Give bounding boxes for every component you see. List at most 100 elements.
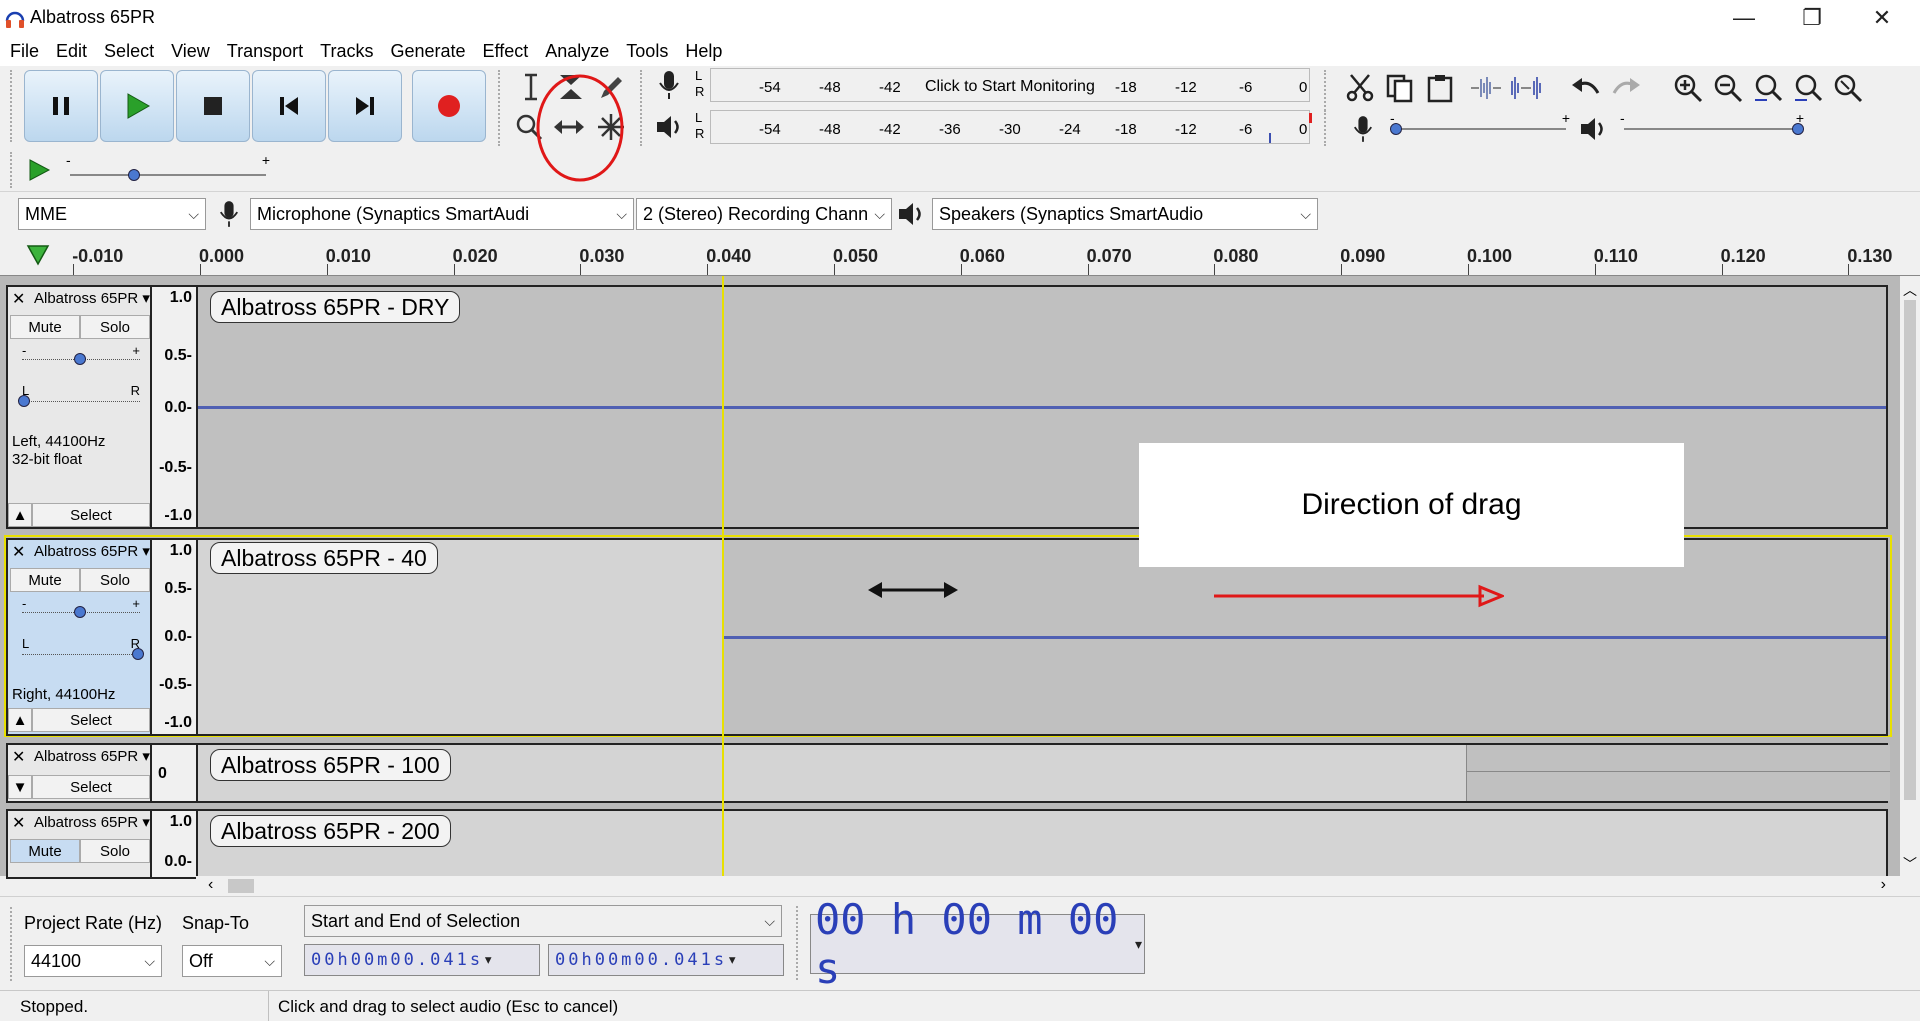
waveform-clip[interactable] <box>722 538 1888 736</box>
restore-button[interactable]: ❐ <box>1780 0 1844 36</box>
menu-help[interactable]: Help <box>685 41 722 62</box>
vertical-scrollbar[interactable]: ︿ ﹀ <box>1900 276 1920 876</box>
record-meter-mic-icon[interactable] <box>652 68 686 102</box>
clip-name-label[interactable]: Albatross 65PR - 100 <box>210 749 451 781</box>
menu-generate[interactable]: Generate <box>390 41 465 62</box>
track-menu-button[interactable]: Albatross 65PR ▾ <box>34 289 152 309</box>
zoom-toggle-icon[interactable] <box>1830 70 1866 106</box>
menu-effect[interactable]: Effect <box>483 41 529 62</box>
select-track-button[interactable]: Select <box>32 503 150 527</box>
toolbar-grip[interactable] <box>10 907 15 981</box>
gain-slider[interactable]: - + <box>22 596 140 624</box>
track-menu-button[interactable]: Albatross 65PR ▾ <box>34 747 152 767</box>
scroll-thumb[interactable] <box>1904 300 1916 800</box>
select-track-button[interactable]: Select <box>32 708 150 732</box>
toolbar-grip[interactable] <box>498 70 503 146</box>
menu-tracks[interactable]: Tracks <box>320 41 373 62</box>
audio-position-display[interactable]: 00 h 00 m 00 s ▾ <box>810 895 1145 993</box>
scroll-thumb[interactable] <box>228 879 254 893</box>
paste-icon[interactable] <box>1422 70 1458 106</box>
slider-thumb[interactable] <box>132 648 144 660</box>
mute-button[interactable]: Mute <box>10 839 80 863</box>
audio-host-select[interactable]: MME ⌵ <box>18 198 206 230</box>
recording-volume-slider[interactable]: - + <box>1390 110 1570 140</box>
menu-select[interactable]: Select <box>104 41 154 62</box>
selection-start-time[interactable]: 00h00m00.041s ▾ <box>304 944 540 976</box>
menu-analyze[interactable]: Analyze <box>545 41 609 62</box>
recording-device-select[interactable]: Microphone (Synaptics SmartAudi ⌵ <box>250 198 634 230</box>
playback-meter[interactable]: -54 -48 -42 -36 -30 -24 -18 -12 -6 0 <box>710 110 1312 144</box>
horizontal-scrollbar[interactable]: ‹ › <box>196 876 1900 896</box>
play-button[interactable] <box>100 70 174 142</box>
playback-meter-speaker-icon[interactable] <box>652 110 686 144</box>
close-track-icon[interactable]: ✕ <box>12 813 30 833</box>
recording-channels-select[interactable]: 2 (Stereo) Recording Chann ⌵ <box>636 198 892 230</box>
mute-button[interactable]: Mute <box>10 568 80 592</box>
toolbar-grip[interactable] <box>796 906 801 980</box>
zoom-in-icon[interactable] <box>1670 70 1706 106</box>
playback-device-select[interactable]: Speakers (Synaptics SmartAudio ⌵ <box>932 198 1318 230</box>
mute-button[interactable]: Mute <box>10 315 80 339</box>
close-track-icon[interactable]: ✕ <box>12 542 30 562</box>
scroll-up-icon[interactable]: ︿ <box>1903 280 1917 300</box>
close-track-icon[interactable]: ✕ <box>12 747 30 767</box>
empty-track-region[interactable]: Albatross 65PR - 40 <box>196 538 724 736</box>
minimize-button[interactable]: — <box>1712 0 1776 36</box>
time-format-dropdown-icon[interactable]: ▾ <box>727 950 737 970</box>
silence-audio-icon[interactable] <box>1508 70 1544 106</box>
close-track-icon[interactable]: ✕ <box>12 289 30 309</box>
toolbar-grip[interactable] <box>10 152 15 188</box>
collapse-track-button[interactable]: ▲ <box>8 708 32 732</box>
expand-track-button[interactable]: ▼ <box>8 775 32 799</box>
stop-button[interactable] <box>176 70 250 142</box>
menu-tools[interactable]: Tools <box>626 41 668 62</box>
pan-slider[interactable]: L R <box>22 636 144 666</box>
amplitude-scale[interactable]: 1.0 0.5- 0.0- -0.5- -1.0 <box>152 285 198 529</box>
solo-button[interactable]: Solo <box>80 315 150 339</box>
scroll-down-icon[interactable]: ﹀ <box>1903 854 1917 874</box>
undo-icon[interactable] <box>1568 70 1604 106</box>
slider-thumb[interactable] <box>1792 123 1804 135</box>
timeline-ruler[interactable]: -0.010 0.000 0.010 0.020 0.030 0.040 0.050 0.06… <box>0 236 1920 276</box>
clip-region[interactable] <box>1466 745 1890 801</box>
menu-file[interactable]: File <box>10 41 39 62</box>
track-menu-button[interactable]: Albatross 65PR ▾ <box>34 542 152 562</box>
record-meter[interactable]: -54 -48 -42 Click to Start Monitoring -1… <box>710 68 1310 102</box>
trim-audio-icon[interactable] <box>1468 70 1504 106</box>
menu-view[interactable]: View <box>171 41 210 62</box>
skip-to-start-button[interactable] <box>252 70 326 142</box>
pan-slider[interactable]: L R <box>18 383 140 413</box>
slider-thumb[interactable] <box>128 169 140 181</box>
pin-playhead-icon[interactable] <box>26 244 50 266</box>
play-speed-slider[interactable]: - + <box>66 152 270 184</box>
slider-thumb[interactable] <box>18 395 30 407</box>
playback-volume-slider[interactable]: - + <box>1620 110 1804 140</box>
fit-project-icon[interactable] <box>1790 70 1826 106</box>
clip-name-label[interactable]: Albatross 65PR - 40 <box>210 542 438 574</box>
cut-icon[interactable] <box>1342 70 1378 106</box>
collapse-track-button[interactable]: ▲ <box>8 503 32 527</box>
selection-end-time[interactable]: 00h00m00.041s ▾ <box>548 944 784 976</box>
zoom-out-icon[interactable] <box>1710 70 1746 106</box>
toolbar-grip[interactable] <box>640 70 645 146</box>
gain-slider[interactable]: - + <box>22 343 140 371</box>
amplitude-scale[interactable]: 0 <box>152 743 198 803</box>
menu-transport[interactable]: Transport <box>227 41 303 62</box>
slider-thumb[interactable] <box>1390 123 1402 135</box>
clip-name-label[interactable]: Albatross 65PR - 200 <box>210 815 451 847</box>
track-menu-button[interactable]: Albatross 65PR ▾ <box>34 813 152 833</box>
waveform-clip[interactable]: Albatross 65PR - 100 <box>196 743 1890 803</box>
amplitude-scale[interactable]: 1.0 0.0- <box>152 809 198 879</box>
selection-mode-select[interactable]: Start and End of Selection ⌵ <box>304 905 782 937</box>
solo-button[interactable]: Solo <box>80 568 150 592</box>
click-to-start-monitoring[interactable]: Click to Start Monitoring <box>925 78 1095 96</box>
record-button[interactable] <box>412 70 486 142</box>
waveform-clip[interactable]: Albatross 65PR - 200 <box>196 809 1888 879</box>
time-format-dropdown-icon[interactable]: ▾ <box>1133 934 1144 955</box>
play-at-speed-button[interactable] <box>22 153 56 187</box>
scroll-left-icon[interactable]: ‹ <box>208 876 213 894</box>
pause-button[interactable] <box>24 70 98 142</box>
close-window-button[interactable]: ✕ <box>1850 0 1914 36</box>
slider-thumb[interactable] <box>74 606 86 618</box>
project-rate-select[interactable]: 44100 ⌵ <box>24 945 162 977</box>
